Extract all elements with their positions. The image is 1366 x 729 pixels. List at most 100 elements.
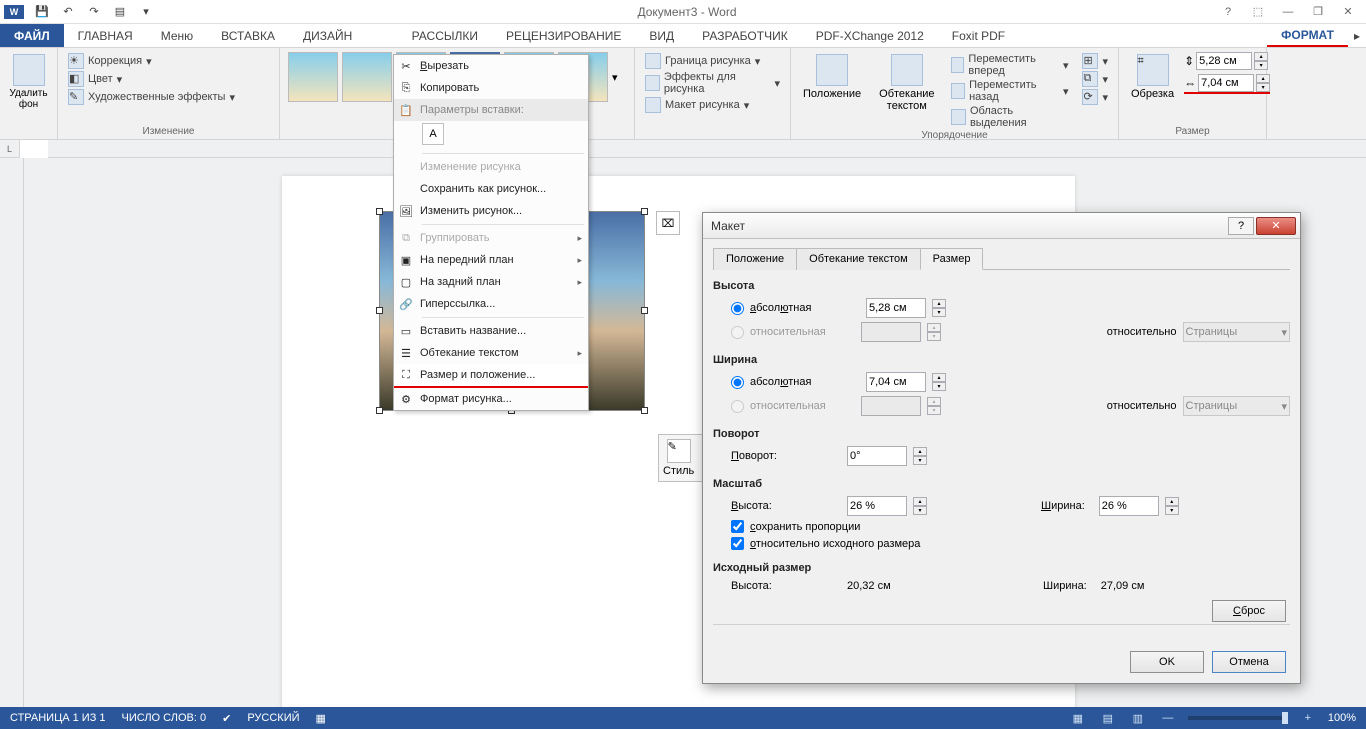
height-absolute-input[interactable] xyxy=(866,298,926,318)
width-absolute-input[interactable] xyxy=(866,372,926,392)
tab-menu[interactable]: Меню xyxy=(147,24,207,47)
ribbon-toggle-icon[interactable]: ⬚ xyxy=(1250,4,1266,20)
maximize-icon[interactable]: ❐ xyxy=(1310,4,1326,20)
zoom-slider[interactable] xyxy=(1188,716,1288,720)
ctx-insert-caption[interactable]: ▭Вставить название... xyxy=(394,320,588,342)
close-icon[interactable]: ✕ xyxy=(1340,4,1356,20)
position-button[interactable]: Положение xyxy=(799,52,865,130)
help-icon[interactable]: ? xyxy=(1220,4,1236,20)
lock-aspect-checkbox[interactable] xyxy=(731,520,744,533)
dialog-titlebar[interactable]: Макет ? ✕ xyxy=(703,213,1300,239)
bring-forward-button[interactable]: Переместить вперед ▾ xyxy=(949,52,1071,78)
picture-border-button[interactable]: Граница рисунка ▾ xyxy=(643,52,782,70)
send-backward-button[interactable]: Переместить назад ▾ xyxy=(949,78,1071,104)
web-layout-icon[interactable]: ▥ xyxy=(1128,710,1148,726)
horizontal-ruler[interactable] xyxy=(48,140,1366,158)
spin-up-icon[interactable]: ▴ xyxy=(913,497,927,506)
ruler-corner[interactable]: L xyxy=(0,140,20,158)
tab-scroll-icon[interactable]: ▸ xyxy=(1348,24,1366,47)
undo-icon[interactable]: ↶ xyxy=(60,4,76,20)
ctx-bring-to-front[interactable]: ▣На передний план▸ xyxy=(394,249,588,271)
resize-handle[interactable] xyxy=(641,208,648,215)
style-thumb[interactable] xyxy=(288,52,338,102)
align-button[interactable]: ⊞▾ xyxy=(1080,52,1110,70)
ctx-save-as-picture[interactable]: Сохранить как рисунок... xyxy=(394,178,588,200)
paste-option-keep-text[interactable]: A xyxy=(422,123,444,145)
dialog-close-icon[interactable]: ✕ xyxy=(1256,217,1296,235)
group-button[interactable]: ⧉▾ xyxy=(1080,70,1110,88)
dialog-tab-size[interactable]: Размер xyxy=(920,248,984,270)
ctx-copy[interactable]: ⎘Копировать xyxy=(394,77,588,99)
new-doc-icon[interactable]: ▤ xyxy=(112,4,128,20)
wrap-text-button[interactable]: Обтекание текстом xyxy=(875,52,938,130)
relative-original-checkbox[interactable] xyxy=(731,537,744,550)
read-mode-icon[interactable]: ▦ xyxy=(1068,710,1088,726)
width-absolute-radio[interactable] xyxy=(731,376,744,389)
height-input[interactable] xyxy=(1196,52,1252,70)
redo-icon[interactable]: ↷ xyxy=(86,4,102,20)
resize-handle[interactable] xyxy=(376,208,383,215)
tab-pdfxchange[interactable]: PDF-XChange 2012 xyxy=(802,24,938,47)
print-layout-icon[interactable]: ▤ xyxy=(1098,710,1118,726)
rotate-button[interactable]: ⟳▾ xyxy=(1080,88,1110,106)
style-thumb[interactable] xyxy=(342,52,392,102)
width-up-icon[interactable]: ▴ xyxy=(1256,74,1270,83)
corrections-button[interactable]: ☀Коррекция ▾ xyxy=(66,52,271,70)
tab-design[interactable]: ДИЗАЙН xyxy=(289,24,366,47)
height-down-icon[interactable]: ▾ xyxy=(1254,61,1268,70)
height-up-icon[interactable]: ▴ xyxy=(1254,52,1268,61)
dialog-tab-wrap[interactable]: Обтекание текстом xyxy=(796,248,921,270)
spin-up-icon[interactable]: ▴ xyxy=(913,447,927,456)
spin-up-icon[interactable]: ▴ xyxy=(1165,497,1179,506)
spin-up-icon[interactable]: ▴ xyxy=(932,299,946,308)
gallery-more-icon[interactable]: ▾ xyxy=(612,71,618,84)
spin-up-icon[interactable]: ▴ xyxy=(932,373,946,382)
tab-file[interactable]: ФАЙЛ xyxy=(0,24,64,47)
ctx-wrap-text[interactable]: ☰Обтекание текстом▸ xyxy=(394,342,588,364)
artistic-effects-button[interactable]: ✎Художественные эффекты ▾ xyxy=(66,88,271,106)
crop-button[interactable]: ⌗Обрезка xyxy=(1127,52,1178,102)
height-absolute-radio[interactable] xyxy=(731,302,744,315)
minimize-icon[interactable]: — xyxy=(1280,4,1296,20)
zoom-thumb[interactable] xyxy=(1282,712,1288,724)
zoom-out-icon[interactable]: — xyxy=(1158,710,1178,726)
resize-handle[interactable] xyxy=(641,407,648,414)
color-button[interactable]: ◧Цвет ▾ xyxy=(66,70,271,88)
selection-pane-button[interactable]: Область выделения xyxy=(949,104,1071,130)
cancel-button[interactable]: Отмена xyxy=(1212,651,1286,673)
ctx-send-to-back[interactable]: ▢На задний план▸ xyxy=(394,271,588,293)
resize-handle[interactable] xyxy=(376,407,383,414)
spin-down-icon[interactable]: ▾ xyxy=(913,506,927,515)
status-macro-icon[interactable]: ▦ xyxy=(316,712,326,725)
ok-button[interactable]: OK xyxy=(1130,651,1204,673)
ctx-size-and-position[interactable]: ⛶Размер и положение... xyxy=(394,364,588,388)
width-down-icon[interactable]: ▾ xyxy=(1256,83,1270,92)
mini-style-button[interactable]: ✎Стиль xyxy=(663,439,694,477)
scale-width-input[interactable] xyxy=(1099,496,1159,516)
status-word-count[interactable]: ЧИСЛО СЛОВ: 0 xyxy=(122,712,207,724)
picture-effects-button[interactable]: Эффекты для рисунка ▾ xyxy=(643,70,782,96)
zoom-level[interactable]: 100% xyxy=(1328,712,1356,724)
tab-review[interactable]: РЕЦЕНЗИРОВАНИЕ xyxy=(492,24,635,47)
tab-view[interactable]: ВИД xyxy=(635,24,688,47)
resize-handle[interactable] xyxy=(376,307,383,314)
ctx-hyperlink[interactable]: 🔗Гиперссылка... xyxy=(394,293,588,315)
scale-height-input[interactable] xyxy=(847,496,907,516)
dialog-help-icon[interactable]: ? xyxy=(1228,217,1254,235)
rotation-input[interactable] xyxy=(847,446,907,466)
remove-background-button[interactable]: Удалить фон xyxy=(8,52,49,112)
status-language[interactable]: РУССКИЙ xyxy=(247,712,299,724)
tab-developer[interactable]: РАЗРАБОТЧИК xyxy=(688,24,802,47)
vertical-ruler[interactable] xyxy=(0,158,24,707)
save-icon[interactable]: 💾 xyxy=(34,4,50,20)
spin-down-icon[interactable]: ▾ xyxy=(932,382,946,391)
ctx-change-picture[interactable]: 🖼Изменить рисунок... xyxy=(394,200,588,222)
zoom-in-icon[interactable]: + xyxy=(1298,710,1318,726)
spin-down-icon[interactable]: ▾ xyxy=(913,456,927,465)
status-page[interactable]: СТРАНИЦА 1 ИЗ 1 xyxy=(10,712,106,724)
spin-down-icon[interactable]: ▾ xyxy=(1165,506,1179,515)
picture-layout-button[interactable]: Макет рисунка ▾ xyxy=(643,96,782,114)
layout-options-icon[interactable]: ⌧ xyxy=(656,211,680,235)
ctx-cut[interactable]: ✂Вырезать xyxy=(394,55,588,77)
dialog-tab-position[interactable]: Положение xyxy=(713,248,797,270)
